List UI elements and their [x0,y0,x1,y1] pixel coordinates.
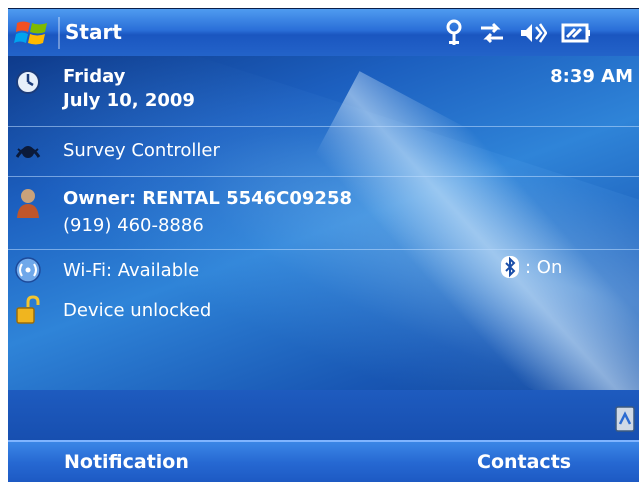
clock-icon [16,70,40,94]
date-label: July 10, 2009 [63,90,195,111]
owner-phone: (919) 460-8886 [63,215,204,236]
owner-icon [17,189,39,218]
wireless-row[interactable]: Wi-Fi: Available : On [8,250,639,290]
windows-start-icon[interactable] [14,18,50,48]
bluetooth-status-label: : On [525,256,563,278]
time-label: 8:39 AM [550,66,633,87]
data-connection-icon[interactable] [479,21,505,45]
today-screen: Start Friday July 10, 2009 8:39 AM Surve… [8,8,639,482]
survey-controller-label: Survey Controller [63,140,220,161]
start-menu-title[interactable]: Start [65,20,122,44]
bluetooth-icon [501,256,519,278]
speaker-icon[interactable] [519,21,547,45]
softkey-bar: Notification Contacts [8,440,639,482]
status-icons [443,17,591,49]
day-label: Friday [63,66,126,87]
owner-row[interactable]: Owner: RENTAL 5546C09258 (919) 460-8886 [8,177,639,249]
system-tray [8,390,639,440]
device-lock-label: Device unlocked [63,300,212,321]
title-separator [58,17,60,49]
notification-softkey[interactable]: Notification [64,451,189,473]
contacts-softkey[interactable]: Contacts [477,451,571,473]
battery-icon[interactable] [561,22,591,44]
survey-controller-row[interactable]: Survey Controller [8,127,639,176]
survey-icon [15,146,41,158]
antenna-icon[interactable] [443,19,465,47]
date-row[interactable]: Friday July 10, 2009 8:39 AM [8,56,639,126]
title-bar: Start [8,8,639,56]
owner-name: Owner: RENTAL 5546C09258 [63,188,352,209]
tray-app-icon[interactable] [615,406,635,432]
wifi-icon [15,257,41,283]
wifi-status: Wi-Fi: Available [63,260,200,281]
padlock-icon [16,295,40,324]
device-lock-row[interactable]: Device unlocked [8,291,639,331]
bluetooth-status[interactable]: : On [501,256,562,278]
